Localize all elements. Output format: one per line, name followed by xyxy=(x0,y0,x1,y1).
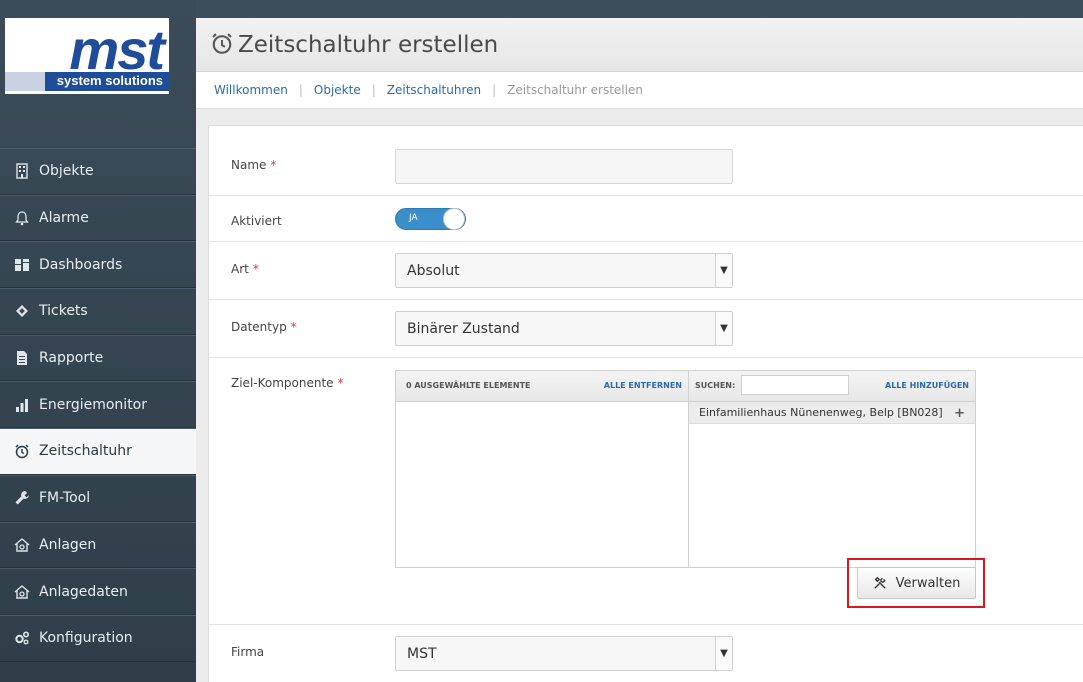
form-row-aktiviert: Aktiviert JA xyxy=(209,196,1083,242)
datentyp-label: Datentyp * xyxy=(231,320,297,334)
form-row-ziel-komponente: Ziel-Komponente * 0 ausgewählte Elemente … xyxy=(209,358,1083,625)
breadcrumb: Willkommen | Objekte | Zeitschaltuhren |… xyxy=(196,72,1083,109)
chevron-down-icon: ▼ xyxy=(715,254,732,287)
bar-chart-icon xyxy=(12,396,32,414)
verwalten-label: Verwalten xyxy=(895,575,961,591)
art-label: Art * xyxy=(231,262,259,276)
form-row-firma: Firma MST ▼ xyxy=(209,625,1083,682)
wrench-icon xyxy=(12,489,32,507)
document-icon xyxy=(12,349,32,367)
breadcrumb-separator: | xyxy=(492,83,497,97)
sidebar-item-rapporte[interactable]: Rapporte xyxy=(0,334,196,382)
breadcrumb-link-zeitschaltuhren[interactable]: Zeitschaltuhren xyxy=(387,83,481,97)
selected-pane: 0 ausgewählte Elemente Alle entfernen xyxy=(396,371,689,567)
house-gear-icon xyxy=(12,536,32,554)
list-item[interactable]: Einfamilienhaus Nünenenweg, Belp [BN028]… xyxy=(689,402,975,424)
tools-icon xyxy=(873,576,886,589)
mst-logo[interactable]: mst system solutions xyxy=(5,18,169,94)
add-all-link[interactable]: Alle hinzufügen xyxy=(885,381,969,390)
bell-icon xyxy=(12,209,32,227)
art-selected-value: Absolut xyxy=(407,262,460,279)
sidebar-item-fm-tool[interactable]: FM-Tool xyxy=(0,474,196,522)
chevron-down-icon: ▼ xyxy=(715,312,732,345)
sidebar-item-label: Konfiguration xyxy=(39,630,133,647)
sidebar-item-label: FM-Tool xyxy=(39,490,91,507)
sidebar-item-zeitschaltuhr[interactable]: Zeitschaltuhr xyxy=(0,428,196,475)
name-label: Name * xyxy=(231,158,277,172)
main-content: Zeitschaltuhr erstellen Willkommen | Obj… xyxy=(196,18,1083,682)
breadcrumb-link-objekte[interactable]: Objekte xyxy=(314,83,361,97)
building-icon xyxy=(12,162,32,180)
firma-selected-value: MST xyxy=(407,645,437,662)
datentyp-selected-value: Binärer Zustand xyxy=(407,320,520,337)
sidebar-item-anlagen[interactable]: Anlagen xyxy=(0,521,196,569)
search-label: Suchen: xyxy=(695,381,736,390)
toggle-knob xyxy=(443,208,465,230)
form-row-art: Art * Absolut ▼ xyxy=(209,242,1083,300)
ziel-komponente-label: Ziel-Komponente * xyxy=(231,376,344,390)
ticket-icon xyxy=(12,302,32,320)
logo-subtitle: system solutions xyxy=(56,73,163,88)
aktiviert-toggle[interactable]: JA xyxy=(395,208,466,230)
dual-listbox: 0 ausgewählte Elemente Alle entfernen Su… xyxy=(395,370,976,568)
datentyp-select[interactable]: Binärer Zustand ▼ xyxy=(395,311,733,346)
sidebar-item-anlagedaten[interactable]: Anlagedaten xyxy=(0,568,196,615)
sidebar-item-label: Objekte xyxy=(39,163,94,180)
sidebar-item-label: Energiemonitor xyxy=(39,396,148,413)
sidebar-item-tickets[interactable]: Tickets xyxy=(0,288,196,335)
sidebar-item-label: Anlagedaten xyxy=(39,583,128,600)
search-input[interactable] xyxy=(741,375,849,395)
sidebar-item-konfiguration[interactable]: Konfiguration xyxy=(0,614,196,662)
sidebar-nav: Objekte Alarme Dashboards Tickets Rappor… xyxy=(0,148,196,662)
remove-all-link[interactable]: Alle entfernen xyxy=(604,381,682,390)
timer-icon xyxy=(12,442,32,460)
sidebar-item-label: Rapporte xyxy=(39,350,104,367)
verwalten-button[interactable]: Verwalten xyxy=(857,567,976,599)
plus-icon[interactable]: + xyxy=(954,406,965,421)
sidebar-item-label: Tickets xyxy=(39,303,88,320)
selected-count: 0 ausgewählte Elemente xyxy=(406,381,531,390)
sidebar-item-dashboards[interactable]: Dashboards xyxy=(0,241,196,289)
form-row-name: Name * xyxy=(209,126,1083,196)
toggle-text: JA xyxy=(409,213,418,223)
sidebar: mst system solutions Objekte Alarme Dash… xyxy=(0,0,196,682)
breadcrumb-link-willkommen[interactable]: Willkommen xyxy=(214,83,288,97)
highlight-box: Verwalten xyxy=(847,558,985,608)
name-input[interactable] xyxy=(395,149,733,184)
chevron-down-icon: ▼ xyxy=(715,637,732,670)
aktiviert-label: Aktiviert xyxy=(231,214,282,228)
sidebar-item-label: Zeitschaltuhr xyxy=(39,443,132,460)
dashboard-icon xyxy=(12,256,32,274)
art-select[interactable]: Absolut ▼ xyxy=(395,253,733,288)
timer-icon xyxy=(210,31,234,59)
sidebar-item-objekte[interactable]: Objekte xyxy=(0,148,196,195)
available-pane: Suchen: Alle hinzufügen Einfamilienhaus … xyxy=(689,371,975,567)
page-title: Zeitschaltuhr erstellen xyxy=(238,31,499,58)
logo-brand: mst xyxy=(69,18,165,81)
firma-select[interactable]: MST ▼ xyxy=(395,636,733,671)
breadcrumb-separator: | xyxy=(371,83,376,97)
breadcrumb-current: Zeitschaltuhr erstellen xyxy=(507,83,643,97)
house-gear-icon xyxy=(12,583,32,601)
firma-label: Firma xyxy=(231,645,265,659)
selected-pane-header: 0 ausgewählte Elemente Alle entfernen xyxy=(396,371,688,402)
sidebar-item-label: Dashboards xyxy=(39,256,123,273)
sidebar-item-energiemonitor[interactable]: Energiemonitor xyxy=(0,381,196,429)
list-item-label: Einfamilienhaus Nünenenweg, Belp [BN028] xyxy=(699,406,943,419)
page-header: Zeitschaltuhr erstellen xyxy=(196,18,1083,72)
available-pane-header: Suchen: Alle hinzufügen xyxy=(689,371,975,402)
sidebar-item-label: Alarme xyxy=(39,210,89,227)
sidebar-item-label: Anlagen xyxy=(39,536,97,553)
create-form: Name * Aktiviert JA Art * Absolut ▼ Datent… xyxy=(208,125,1083,682)
gears-icon xyxy=(12,629,32,647)
breadcrumb-separator: | xyxy=(298,83,303,97)
form-row-datentyp: Datentyp * Binärer Zustand ▼ xyxy=(209,300,1083,358)
sidebar-item-alarme[interactable]: Alarme xyxy=(0,194,196,242)
